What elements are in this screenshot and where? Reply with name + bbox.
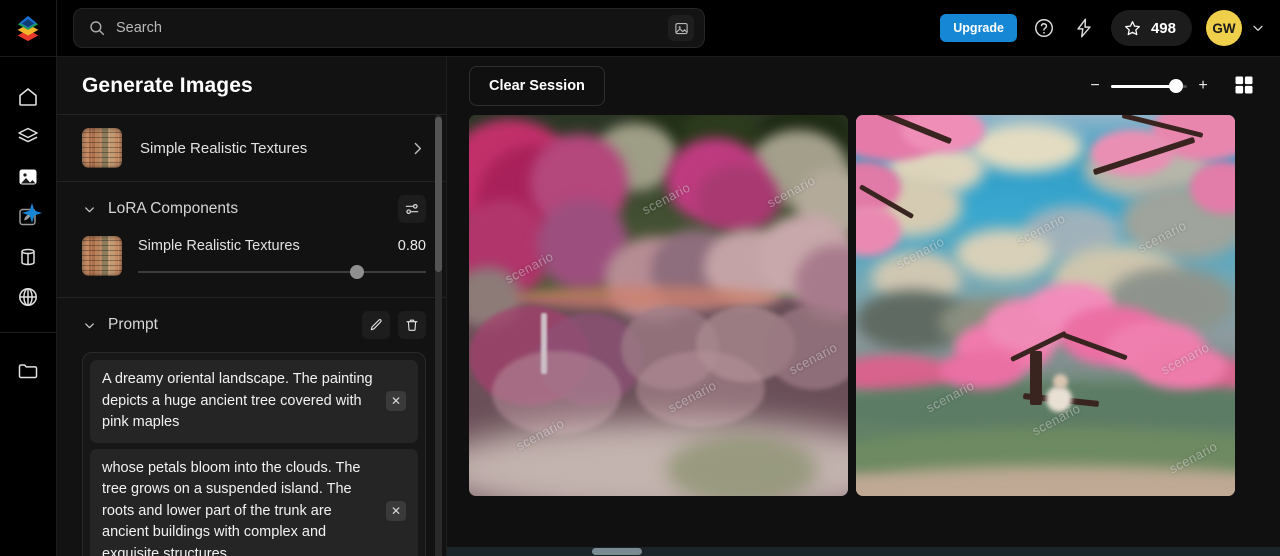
trash-icon	[406, 319, 418, 331]
image-icon	[674, 22, 688, 34]
generated-image: scenario scenario scenario scenario scen…	[469, 115, 848, 496]
chevron-down-icon[interactable]	[82, 318, 97, 333]
lora-item[interactable]: Simple Realistic Textures 0.80	[82, 236, 426, 297]
horizontal-scrollbar-thumb[interactable]	[592, 548, 642, 555]
prompt-delete-button[interactable]	[398, 311, 426, 339]
prompt-chip-text: A dreamy oriental landscape. The paintin…	[102, 371, 373, 430]
clear-session-button[interactable]: Clear Session	[469, 66, 605, 106]
prompt-area: A dreamy oriental landscape. The paintin…	[57, 352, 446, 556]
generated-image-card[interactable]: scenario scenario scenario scenario scen…	[469, 115, 848, 496]
sidebar-item-files[interactable]	[8, 351, 48, 391]
body: Generate Images Simple Realistic Texture…	[0, 57, 1280, 556]
sparkle-icon	[22, 203, 42, 223]
lora-name: Simple Realistic Textures	[138, 238, 300, 254]
selected-model-row[interactable]: Simple Realistic Textures	[57, 115, 446, 182]
lora-weight-slider[interactable]	[138, 265, 426, 279]
cylinder-3d-icon	[21, 248, 35, 266]
image-filled-icon	[19, 169, 37, 185]
model-name: Simple Realistic Textures	[140, 139, 308, 157]
app-root: Upgrade 498 GW	[0, 0, 1280, 556]
sidebar-item-3d[interactable]	[8, 237, 48, 277]
credits-badge[interactable]: 498	[1110, 10, 1192, 46]
image-gallery: scenario scenario scenario scenario scen…	[447, 115, 1280, 556]
slider-thumb[interactable]	[349, 265, 364, 279]
grid-view-button[interactable]	[1232, 73, 1258, 99]
sidebar-item-models[interactable]	[8, 117, 48, 157]
pencil-icon	[370, 319, 382, 331]
star-icon	[1125, 20, 1140, 35]
main-toolbar: Clear Session − +	[447, 57, 1280, 115]
lora-section-label: LoRA Components	[108, 200, 239, 217]
close-x-icon[interactable]: ✕	[386, 391, 406, 412]
credits-count: 498	[1150, 19, 1176, 37]
horizontal-scrollbar[interactable]	[447, 547, 1280, 556]
boost-button[interactable]	[1071, 15, 1097, 41]
panel-scrollbar-thumb[interactable]	[435, 117, 442, 272]
sidebar-item-home[interactable]	[8, 77, 48, 117]
generated-image-card[interactable]: scenario scenario scenario scenario scen…	[856, 115, 1235, 496]
sidebar-item-planner[interactable]	[8, 277, 48, 317]
generated-image: scenario scenario scenario scenario scen…	[856, 115, 1235, 496]
nav-rail	[0, 57, 57, 556]
sidebar-item-edit[interactable]	[8, 197, 48, 237]
avatar[interactable]: GW	[1206, 10, 1242, 46]
home-icon	[19, 88, 37, 106]
sliders-icon	[405, 204, 419, 214]
app-logo[interactable]	[0, 0, 57, 57]
prompt-chips-container[interactable]: A dreamy oriental landscape. The paintin…	[82, 352, 426, 556]
prompt-chip-text: whose petals bloom into the clouds. The …	[102, 459, 361, 556]
search-container	[73, 8, 705, 48]
search-icon	[90, 21, 105, 36]
zoom-control: − +	[1090, 73, 1258, 99]
prompt-chip[interactable]: A dreamy oriental landscape. The paintin…	[90, 360, 418, 443]
lora-body: Simple Realistic Textures 0.80	[138, 236, 426, 279]
lora-section-header[interactable]: LoRA Components	[82, 182, 426, 236]
prompt-edit-button[interactable]	[362, 311, 390, 339]
prompt-section-label: Prompt	[108, 316, 158, 333]
zoom-slider-thumb[interactable]	[1169, 79, 1184, 93]
grid-view-icon	[1235, 76, 1253, 94]
lora-settings-button[interactable]	[398, 195, 426, 223]
zoom-out-button[interactable]: −	[1090, 77, 1100, 95]
zoom-slider[interactable]	[1111, 79, 1187, 93]
chevron-down-icon[interactable]	[1250, 20, 1266, 36]
model-thumbnail	[82, 128, 122, 168]
layers-icon	[18, 127, 38, 143]
upgrade-button[interactable]: Upgrade	[940, 14, 1017, 42]
top-bar-actions: Upgrade 498 GW	[940, 10, 1280, 46]
close-x-icon[interactable]: ✕	[386, 501, 406, 522]
prompt-chip[interactable]: whose petals bloom into the clouds. The …	[90, 448, 418, 556]
chevron-right-icon[interactable]	[409, 140, 426, 157]
zoom-slider-fill	[1111, 85, 1177, 88]
prompt-section-header[interactable]: Prompt	[82, 298, 426, 352]
lora-thumbnail	[82, 236, 122, 276]
zoom-in-button[interactable]: +	[1198, 77, 1208, 95]
prompt-section: Prompt	[57, 298, 446, 352]
chevron-down-icon[interactable]	[82, 202, 97, 217]
top-bar: Upgrade 498 GW	[0, 0, 1280, 57]
help-button[interactable]	[1031, 15, 1057, 41]
scenario-layers-logo-icon	[17, 15, 39, 42]
main-content: Clear Session − + scenario scenario scen…	[447, 57, 1280, 556]
folder-icon	[18, 364, 38, 379]
sidebar-item-images[interactable]	[8, 157, 48, 197]
question-circle-icon	[1034, 19, 1053, 37]
panel-header: Generate Images	[57, 57, 446, 115]
image-search-button[interactable]	[668, 15, 694, 41]
globe-icon	[19, 288, 37, 306]
lora-weight-value: 0.80	[397, 238, 426, 254]
slider-fill	[138, 271, 357, 273]
page-title: Generate Images	[82, 73, 253, 97]
rail-divider	[0, 332, 57, 333]
search-bar[interactable]	[73, 8, 705, 48]
lightning-bolt-icon	[1077, 18, 1091, 38]
prompt-actions	[362, 311, 426, 339]
search-input[interactable]	[116, 20, 658, 36]
lora-section: LoRA Components Simple Realistic Texture…	[57, 182, 446, 298]
generate-panel: Generate Images Simple Realistic Texture…	[57, 57, 447, 556]
panel-scrollbar[interactable]	[435, 115, 442, 556]
